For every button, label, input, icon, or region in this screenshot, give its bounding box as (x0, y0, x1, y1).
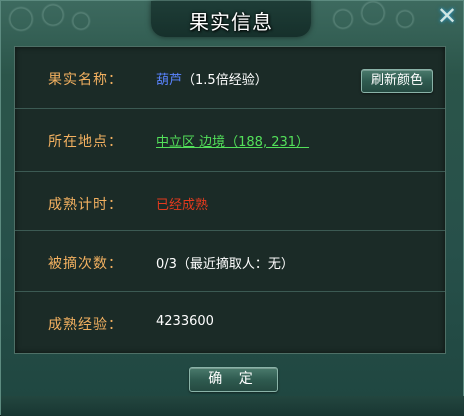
picked-count-label: 被摘次数： (48, 256, 123, 272)
refresh-color-button[interactable]: 刷新颜色 (361, 69, 433, 93)
bottom-strip (1, 396, 464, 416)
row-ripen-time: 成熟计时： 已经成熟 (15, 171, 445, 228)
ripen-status: 已经成熟 (156, 198, 209, 213)
row-location: 所在地点： 中立区 边境（188, 231） (15, 108, 445, 165)
ripe-exp-label: 成熟经验： (48, 317, 123, 333)
ripe-exp-value: 4233600 (156, 314, 214, 329)
decorative-swirl (323, 1, 423, 35)
dialog-title: 果实信息 (189, 10, 273, 34)
ripen-time-label: 成熟计时： (48, 197, 123, 213)
confirm-button[interactable]: 确 定 (189, 367, 278, 392)
location-label: 所在地点： (48, 134, 123, 150)
decorative-swirl (1, 1, 101, 35)
fruit-name: 葫芦 (156, 73, 183, 88)
fruit-bonus: （1.5倍经验） (182, 73, 268, 88)
row-picked-count: 被摘次数： 0/3（最近摘取人：无） (15, 230, 445, 287)
location-link[interactable]: 中立区 边境（188, 231） (156, 131, 309, 150)
row-ripe-exp: 成熟经验： 4233600 (15, 291, 445, 348)
row-fruit-name: 果实名称： 葫芦（1.5倍经验） 刷新颜色 (15, 47, 445, 103)
fruit-name-value: 葫芦（1.5倍经验） (156, 69, 268, 88)
picked-count-value: 0/3（最近摘取人：无） (156, 257, 294, 272)
close-icon[interactable]: ✕ (435, 4, 459, 29)
fruit-info-dialog: 果实信息 ✕ 果实名称： 葫芦（1.5倍经验） 刷新颜色 所在地点： 中立区 边… (0, 0, 464, 416)
info-panel: 果实名称： 葫芦（1.5倍经验） 刷新颜色 所在地点： 中立区 边境（188, … (14, 46, 446, 354)
fruit-name-label: 果实名称： (48, 72, 123, 88)
